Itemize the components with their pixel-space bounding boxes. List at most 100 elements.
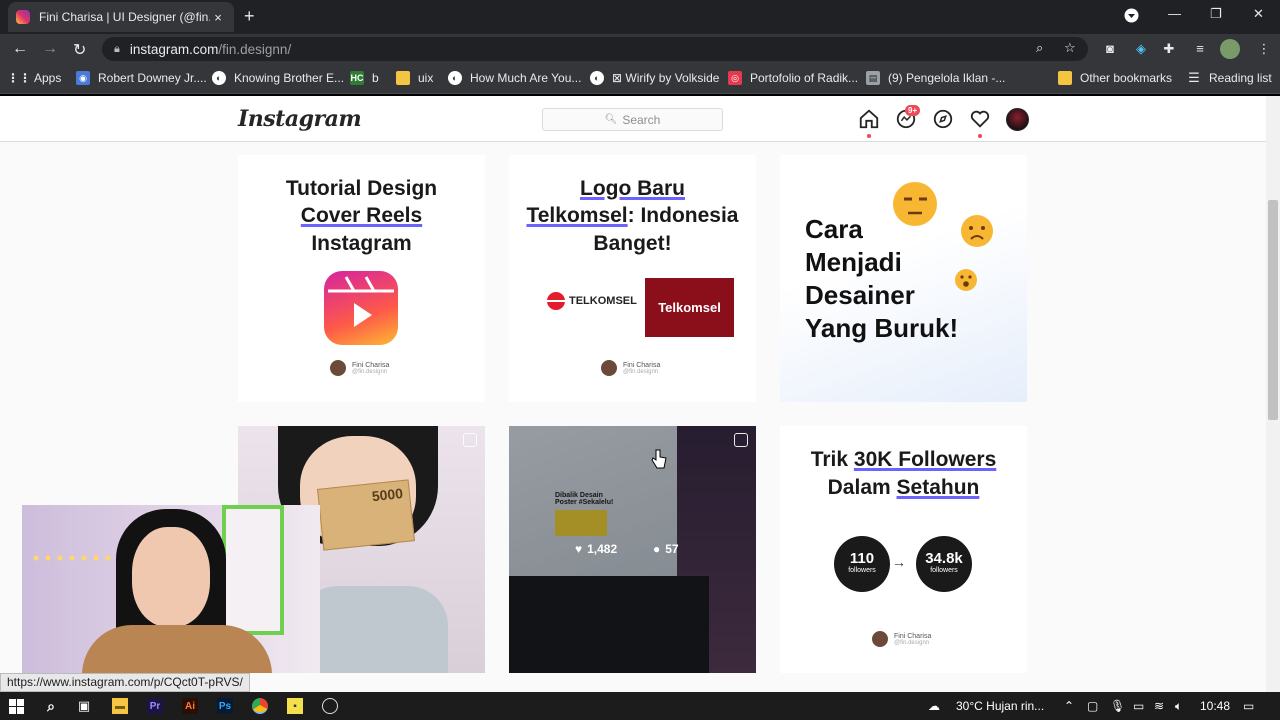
task-view-icon[interactable]: ▣ — [76, 698, 92, 714]
bookmark-other[interactable]: Other bookmarks — [1058, 71, 1172, 85]
activity-heart-icon[interactable] — [969, 108, 991, 130]
media-queue-icon[interactable]: ≡ — [1192, 41, 1208, 57]
bookmark-knowing-brother[interactable]: ◐ Knowing Brother E... — [212, 71, 344, 85]
bookmark-pengelola-iklan[interactable]: ▤ (9) Pengelola Iklan -... — [866, 71, 1005, 85]
chrome-icon[interactable] — [252, 698, 268, 714]
photoshop-icon[interactable]: Ps — [217, 698, 233, 714]
tab-close-icon[interactable]: × — [210, 10, 226, 25]
bookmark-label: Robert Downey Jr.... — [98, 71, 207, 85]
back-arrow-icon[interactable]: ← — [12, 40, 28, 58]
followers-from-circle: 110 followers — [834, 536, 890, 592]
profile-download-icon[interactable] — [1124, 8, 1139, 23]
page-scrollbar[interactable] — [1266, 96, 1280, 692]
post-title-line: Telkomsel: Indonesia — [509, 202, 756, 229]
reload-icon[interactable]: ↻ — [73, 40, 86, 60]
bookmark-star-icon[interactable]: ☆ — [1064, 40, 1076, 56]
avatar — [872, 631, 888, 647]
illustrator-icon[interactable]: Ai — [182, 698, 198, 714]
address-bar[interactable]: 🔒︎ instagram.com/fin.designn/ ⌕ ☆ — [102, 37, 1088, 61]
bookmark-robert-downey[interactable]: ◉ Robert Downey Jr.... — [76, 71, 207, 85]
bookmark-uix[interactable]: uix — [396, 71, 433, 85]
app-icon[interactable] — [322, 698, 338, 714]
photo-shirt — [298, 586, 448, 673]
explore-compass-icon[interactable] — [932, 108, 954, 130]
browser-tab[interactable]: Fini Charisa | UI Designer (@fin.d × — [8, 2, 234, 32]
link-status-url: https://www.instagram.com/p/CQct0T-pRVS/ — [0, 673, 250, 692]
wifi-icon[interactable]: ≋ — [1154, 699, 1164, 713]
post-desainer-buruk[interactable]: Cara Menjadi Desainer Yang Buruk! — [780, 155, 1027, 402]
bookmark-reading-list[interactable]: ☰ Reading list — [1187, 70, 1272, 85]
post-video-laptop[interactable]: Dibalik Desain Poster #Sekalelu! ♥ 1,482 … — [509, 426, 756, 673]
battery-icon[interactable]: ▭ — [1133, 699, 1144, 713]
search-input[interactable]: 🔍︎ Search — [542, 108, 723, 131]
bookmark-label: ⊠ Wirify by Volkside — [612, 71, 720, 85]
forward-arrow-icon[interactable]: → — [42, 40, 58, 58]
weather-cloud-icon[interactable]: ☁ — [928, 699, 940, 713]
activity-notification-dot — [978, 134, 982, 138]
hc-icon: HC — [350, 71, 364, 85]
windows-start-icon[interactable] — [9, 699, 24, 714]
comment-bubble-icon: ● — [653, 542, 661, 556]
followers-to-circle: 34.8k followers — [916, 536, 972, 592]
bookmark-portofolio[interactable]: ◎ Portofolio of Radik... — [728, 71, 858, 85]
person-sweater — [82, 625, 272, 673]
search-icon[interactable]: ⌕ — [43, 698, 59, 714]
avatar — [330, 360, 346, 376]
post-credit: Fini Charisa @fin.designn — [601, 360, 660, 376]
tray-chevron-icon[interactable]: ⌃ — [1064, 699, 1074, 713]
file-explorer-icon[interactable]: ▬ — [112, 698, 128, 714]
puzzle-extensions-icon[interactable]: ✚ — [1161, 41, 1177, 57]
volume-icon[interactable]: 🔈︎ — [1175, 699, 1182, 714]
zoom-search-icon[interactable]: ⌕ — [1036, 40, 1043, 56]
home-notification-dot — [867, 134, 871, 138]
globe-icon: ◐ — [590, 71, 604, 85]
search-placeholder: Search — [622, 112, 661, 127]
tray-app-icon[interactable]: ▢ — [1087, 699, 1098, 713]
credit-name: Fini Charisa — [623, 361, 661, 369]
bookmark-label: uix — [418, 71, 434, 85]
scrollbar-thumb[interactable] — [1268, 200, 1278, 420]
browser-tab-bar: Fini Charisa | UI Designer (@fin.d × + —… — [0, 0, 1280, 34]
menu-kebab-icon[interactable]: ⋮ — [1256, 41, 1272, 57]
home-icon[interactable] — [858, 108, 880, 130]
bookmark-label: Knowing Brother E... — [234, 71, 345, 85]
bookmarks-bar: ⋮⋮ Apps ◉ Robert Downey Jr.... ◐ Knowing Br… — [0, 64, 1280, 94]
bookmark-how-much[interactable]: ◐ How Much Are You... — [448, 71, 581, 85]
notifications-icon[interactable]: ▭ — [1243, 699, 1254, 713]
profile-avatar[interactable] — [1220, 39, 1240, 59]
post-title-part: 30K Followers — [853, 448, 997, 471]
close-window-button[interactable]: ✕ — [1253, 6, 1264, 22]
microphone-icon[interactable]: 🎙︎ — [1110, 699, 1125, 713]
windows-taskbar: ⌕ ▣ ▬ Pr Ai Ps ▪ ☁ 30°C Hujan rin... ⌃ ▢… — [0, 692, 1280, 720]
url-host: instagram.com — [129, 41, 219, 57]
post-30k-followers[interactable]: Trik 30K Followers Dalam Setahun 110 fol… — [780, 426, 1027, 673]
post-credit: Fini Charisa @fin.designn — [872, 631, 931, 647]
instagram-logo[interactable]: Instagram — [238, 106, 362, 132]
sticky-notes-icon[interactable]: ▪ — [287, 698, 303, 714]
tab-title: Fini Charisa | UI Designer (@fin.d — [39, 10, 210, 24]
premiere-icon[interactable]: Pr — [147, 698, 163, 714]
lock-icon: 🔒︎ — [114, 42, 120, 55]
followers-from-number: 110 — [849, 550, 875, 567]
minimize-button[interactable]: — — [1168, 6, 1181, 21]
folder-icon — [1058, 71, 1072, 85]
profile-avatar[interactable] — [1006, 108, 1029, 131]
camera-extension-icon[interactable]: ◙ — [1102, 41, 1118, 57]
new-tab-button[interactable]: + — [244, 6, 255, 27]
post-logo-telkomsel[interactable]: Logo Baru Telkomsel: Indonesia Banget! T… — [509, 155, 756, 402]
bookmark-wirify[interactable]: ◐ ⊠ Wirify by Volkside — [590, 71, 719, 85]
bookmark-b[interactable]: HC b — [350, 71, 379, 85]
weather-text[interactable]: 30°C Hujan rin... — [956, 699, 1044, 713]
credit-handle: @fin.designn — [894, 639, 930, 646]
worried-emoji-icon — [961, 215, 993, 247]
clock[interactable]: 10:48 — [1200, 699, 1230, 713]
person-face — [132, 527, 210, 627]
extension-icon[interactable]: ◈ — [1133, 41, 1149, 57]
search-icon: 🔍︎ — [604, 114, 618, 125]
post-tutorial-reels[interactable]: Tutorial Design Cover Reels Instagram Fi… — [238, 155, 485, 402]
bookmark-apps[interactable]: ⋮⋮ Apps — [7, 71, 61, 85]
post-title-part: : Indonesia — [627, 204, 739, 227]
reels-logo-icon — [324, 271, 398, 345]
banknote: 5000 — [317, 479, 415, 551]
maximize-button[interactable]: ❐ — [1210, 6, 1222, 22]
